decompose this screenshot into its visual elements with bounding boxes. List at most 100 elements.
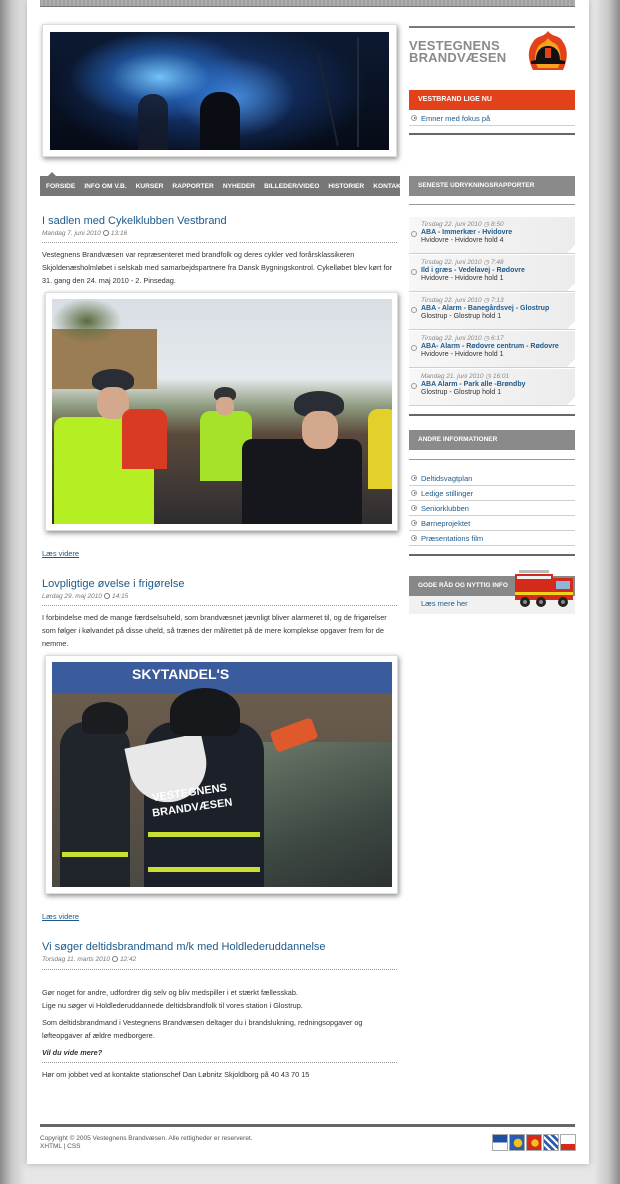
info-link-label: Deltidsvagtplan [421, 474, 473, 483]
crest-icon[interactable] [526, 1134, 542, 1151]
article-title[interactable]: I sadlen med Cykelklubben Vestbrand [42, 215, 227, 227]
css-link[interactable]: CSS [67, 1143, 80, 1150]
helmet-logo-icon[interactable] [525, 30, 571, 76]
header-photo [50, 32, 389, 150]
clock-icon [103, 593, 110, 599]
article-divider [42, 242, 397, 243]
clock-icon: ◷ [483, 259, 490, 266]
report-item[interactable]: Tirsdag 22. juni 2010 ◷ 8:50 ABA - Immer… [409, 217, 575, 254]
report-station: Hvidovre - Hvidovre hold 4 [421, 237, 504, 244]
info-link-deltidsvagtplan[interactable]: Deltidsvagtplan [409, 471, 575, 486]
arrow-bullet-icon [411, 535, 417, 541]
reports-rule [409, 204, 575, 205]
info-link-label: Præsentations film [421, 534, 484, 543]
article-paragraph: Hør om jobbet ved at kontakte stationsch… [42, 1070, 310, 1079]
arrow-bullet-icon [411, 269, 417, 275]
clock-icon: ◷ [483, 297, 490, 304]
info-link-borneprojektet[interactable]: Børneprojektet [409, 516, 575, 531]
arrow-bullet-icon [411, 475, 417, 481]
sidebar-divider [409, 414, 575, 416]
article-date: Mandag 7. juni 2010 13:16 [42, 230, 127, 237]
article-time: 13:16 [110, 230, 128, 237]
read-more-link[interactable]: Læs videre [42, 549, 79, 558]
nav-historier[interactable]: HISTORIER [328, 183, 364, 190]
article-divider [42, 1062, 397, 1063]
report-station: Hvidovre - Hvidovre hold 1 [421, 275, 504, 282]
clock-icon: ◷ [483, 221, 490, 228]
nav-billeder-video[interactable]: BILLEDER/VIDEO [264, 183, 319, 190]
report-time: 6:17 [490, 335, 504, 342]
info-link-label: Seniorklubben [421, 504, 469, 513]
nav-info[interactable]: INFO OM V.B. [84, 183, 126, 190]
arrow-bullet-icon [411, 345, 417, 351]
report-title[interactable]: ABA- Alarm - Rødovre centrum - Rødovre [421, 343, 575, 350]
crest-icon[interactable] [560, 1134, 576, 1151]
article-date-text: Torsdag 11. marts 2010 [42, 956, 110, 963]
header-photo-frame [42, 24, 397, 157]
report-item[interactable]: Tirsdag 22. juni 2010 ◷ 7:13 ABA - Alarm… [409, 293, 575, 330]
report-date: Tirsdag 22. juni 2010 [421, 259, 482, 266]
report-title[interactable]: ABA Alarm - Park alle -Brøndby [421, 381, 575, 388]
cyclists-photo [52, 299, 392, 524]
info-link-ledige-stillinger[interactable]: Ledige stillinger [409, 486, 575, 501]
report-time: 7:13 [490, 297, 504, 304]
article-date-text: Mandag 7. juni 2010 [42, 230, 101, 237]
clock-icon [102, 230, 109, 236]
report-title[interactable]: ABA - Alarm - Banegårdsvej - Glostrup [421, 305, 575, 312]
article-title[interactable]: Lovpligtige øvelse i frigørelse [42, 578, 184, 590]
top-strip [40, 0, 575, 7]
article-body: Vestegnens Brandvæsen var repræsenteret … [42, 250, 392, 285]
report-time: 7:48 [490, 259, 504, 266]
report-title[interactable]: Ild i græs - Vedelavej - Rødovre [421, 267, 575, 274]
tips-promo-heading: GODE RÅD OG NYTTIG INFO [418, 582, 508, 589]
arrow-bullet-icon [411, 115, 417, 121]
report-date: Tirsdag 22. juni 2010 [421, 221, 482, 228]
clock-icon: ◷ [483, 335, 490, 342]
read-more-link[interactable]: Læs videre [42, 912, 79, 921]
nav-rapporter[interactable]: RAPPORTER [172, 183, 213, 190]
article-date: Lørdag 29. maj 2010 14:15 [42, 593, 128, 600]
article-body: I forbindelse med de mange færdselsuheld… [42, 613, 387, 648]
article-paragraph: Gør noget for andre, udfordrer dig selv … [42, 988, 298, 997]
report-station: Hvidovre - Hvidovre hold 1 [421, 351, 504, 358]
page: VESTEGNENS BRANDVÆSEN VESTBRAND LIGE NU … [27, 0, 589, 1164]
crest-icon[interactable] [543, 1134, 559, 1151]
arrow-bullet-icon [411, 520, 417, 526]
report-item[interactable]: Tirsdag 22. juni 2010 ◷ 7:48 Ild i græs … [409, 255, 575, 292]
clock-icon [111, 956, 118, 962]
nav-kurser[interactable]: KURSER [136, 183, 164, 190]
article-paragraph: Som deltidsbrandmand i Vestegnens Brandv… [42, 1018, 363, 1040]
footer-links: XHTML | CSS [40, 1143, 81, 1150]
nav-forside[interactable]: FORSIDE [46, 183, 75, 190]
arrow-bullet-icon [411, 490, 417, 496]
report-date: Tirsdag 22. juni 2010 [421, 335, 482, 342]
report-title[interactable]: ABA - Immerkær - Hvidovre [421, 229, 575, 236]
report-time: 16:01 [492, 373, 510, 380]
tips-promo-link[interactable]: Læs mere her [421, 599, 468, 608]
report-station: Glostrup - Glostrup hold 1 [421, 313, 502, 320]
article-time: 12:42 [119, 956, 137, 963]
article-divider [42, 969, 397, 970]
nav-kontakt[interactable]: KONTAKT [373, 183, 405, 190]
info-link-label: Ledige stillinger [421, 489, 474, 498]
article-divider [42, 605, 397, 606]
info-link-praesentations-film[interactable]: Præsentations film [409, 531, 575, 546]
article-date-text: Lørdag 29. maj 2010 [42, 593, 102, 600]
article-question: Vil du vide mere? [42, 1048, 103, 1057]
report-date: Tirsdag 22. juni 2010 [421, 297, 482, 304]
photo-sign-text: SKYTANDEL'S [132, 666, 230, 682]
nav-nyheder[interactable]: NYHEDER [223, 183, 255, 190]
crest-icon[interactable] [509, 1134, 525, 1151]
xhtml-link[interactable]: XHTML [40, 1143, 62, 1150]
main-nav: FORSIDE INFO OM V.B. KURSER RAPPORTER NY… [40, 176, 405, 196]
focus-topics-label: Emner med fokus på [421, 114, 491, 123]
report-item[interactable]: Mandag 21. juni 2010 ◷ 16:01 ABA Alarm -… [409, 369, 575, 406]
logo-text[interactable]: VESTEGNENS BRANDVÆSEN [409, 39, 519, 64]
info-link-seniorklubben[interactable]: Seniorklubben [409, 501, 575, 516]
article-photo-frame: SKYTANDEL'S VESTEGNENS BRANDVÆSEN [45, 655, 398, 894]
focus-topics-link[interactable]: Emner med fokus på [409, 111, 575, 126]
crest-icon[interactable] [492, 1134, 508, 1151]
article-title[interactable]: Vi søger deltidsbrandmand m/k med Holdle… [42, 941, 326, 953]
reports-heading: SENESTE UDRYKNINGSRAPPORTER [409, 176, 575, 196]
report-item[interactable]: Tirsdag 22. juni 2010 ◷ 6:17 ABA- Alarm … [409, 331, 575, 368]
